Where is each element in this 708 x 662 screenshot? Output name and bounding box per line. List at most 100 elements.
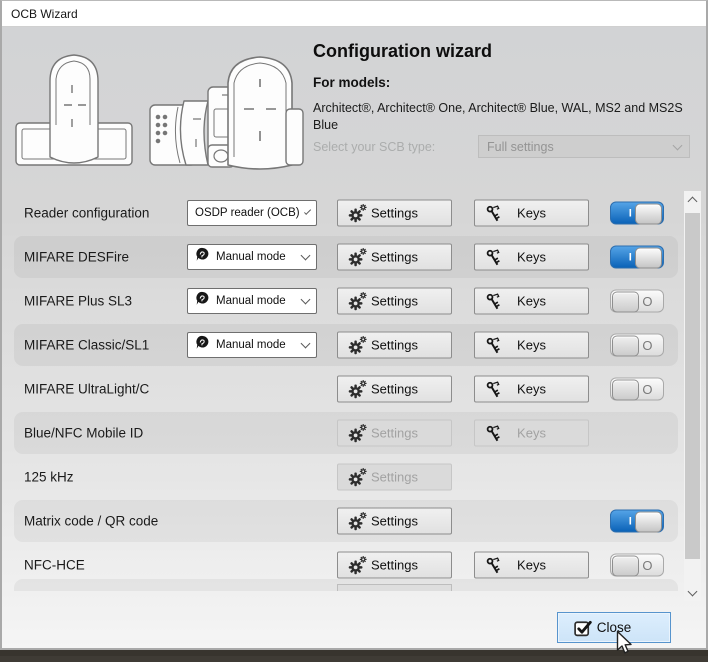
keys-button[interactable]: Keys — [474, 288, 589, 315]
toggle-knob — [612, 292, 639, 313]
checkbox-check-icon — [573, 617, 594, 638]
dropdown-value: Manual mode — [216, 339, 286, 351]
row-label: MIFARE UltraLight/C — [24, 382, 149, 397]
keys-icon — [485, 424, 503, 442]
manual-mode-icon — [195, 335, 210, 355]
for-models-label: For models: — [313, 75, 695, 90]
settings-button[interactable]: Settings — [337, 376, 452, 403]
gear-icon — [348, 380, 367, 399]
reader-devices-illustration — [12, 47, 304, 184]
dialog-content: Configuration wizard For models: Archite… — [2, 27, 706, 648]
mode-dropdown[interactable]: Manual mode — [187, 288, 317, 314]
scroll-down-button[interactable] — [684, 584, 701, 601]
settings-button[interactable]: Settings — [337, 552, 452, 579]
config-row: MIFARE UltraLight/C Settings Keys O — [2, 367, 684, 411]
gear-icon — [348, 556, 367, 575]
keys-button[interactable]: Keys — [474, 200, 589, 227]
close-button-label: Close — [597, 620, 632, 635]
scb-type-label: Select your SCB type: — [313, 140, 435, 154]
mode-dropdown[interactable]: Manual mode — [187, 332, 317, 358]
toggle-state-symbol: O — [642, 382, 652, 397]
keys-button[interactable]: Keys — [474, 244, 589, 271]
enable-toggle[interactable]: I — [610, 202, 664, 225]
settings-button[interactable]: Settings — [337, 288, 452, 315]
toggle-state-symbol: O — [642, 294, 652, 309]
gear-icon — [348, 468, 367, 487]
enable-toggle[interactable]: O — [610, 378, 664, 401]
settings-button-label: Settings — [371, 426, 418, 441]
toggle-state-symbol: O — [642, 338, 652, 353]
config-row: MIFARE Plus SL3 Manual mode Settings Key… — [2, 279, 684, 323]
scrollbar[interactable] — [684, 191, 701, 601]
dropdown-value: Manual mode — [216, 295, 286, 307]
enable-toggle[interactable]: O — [610, 554, 664, 577]
config-row: 125 kHz Settings — [2, 455, 684, 499]
row-label: 125 kHz — [24, 470, 74, 485]
manual-mode-icon — [195, 291, 210, 311]
settings-button-label: Settings — [371, 514, 418, 529]
settings-button[interactable]: Settings — [337, 332, 452, 359]
chevron-down-icon — [304, 208, 311, 215]
gear-icon — [348, 292, 367, 311]
ocb-wizard-dialog: OCB Wizard — [0, 0, 708, 650]
keys-button[interactable]: Keys — [474, 332, 589, 359]
keys-icon — [485, 248, 503, 266]
scb-type-dropdown[interactable]: Full settings — [478, 135, 690, 158]
dropdown-value: Manual mode — [216, 251, 286, 263]
config-row-partial — [2, 577, 684, 591]
enable-toggle[interactable]: I — [610, 510, 664, 533]
keys-button-label: Keys — [517, 250, 546, 265]
row-label: MIFARE DESFire — [24, 250, 129, 265]
settings-button[interactable]: Settings — [337, 200, 452, 227]
title-bar: OCB Wizard — [2, 1, 706, 27]
gear-icon — [348, 204, 367, 223]
chevron-up-icon — [688, 196, 698, 206]
row-label: MIFARE Plus SL3 — [24, 294, 132, 309]
mode-dropdown[interactable]: OSDP reader (OCB) — [187, 200, 317, 226]
toggle-knob — [635, 204, 662, 225]
gear-icon — [348, 336, 367, 355]
screen: OCB Wizard — [0, 0, 708, 656]
scrollbar-thumb[interactable] — [685, 213, 700, 559]
gear-icon — [348, 424, 367, 443]
chevron-down-icon — [301, 339, 311, 349]
toggle-state-symbol: I — [629, 207, 632, 219]
config-row: Blue/NFC Mobile ID Settings Keys — [2, 411, 684, 455]
enable-toggle[interactable]: O — [610, 334, 664, 357]
enable-toggle[interactable]: O — [610, 290, 664, 313]
toggle-knob — [612, 556, 639, 577]
close-button[interactable]: Close — [557, 612, 671, 643]
keys-button-label: Keys — [517, 206, 546, 221]
keys-button[interactable]: Keys — [474, 376, 589, 403]
dropdown-value: OSDP reader (OCB) — [195, 207, 300, 219]
mode-dropdown[interactable]: Manual mode — [187, 244, 317, 270]
keys-icon — [485, 204, 503, 222]
config-row: MIFARE DESFire Manual mode Settings Keys… — [2, 235, 684, 279]
toggle-state-symbol: O — [642, 558, 652, 573]
settings-button-label: Settings — [371, 206, 418, 221]
settings-button-label: Settings — [371, 382, 418, 397]
gear-icon — [348, 512, 367, 531]
settings-button[interactable]: Settings — [337, 464, 452, 491]
settings-button[interactable]: Settings — [337, 508, 452, 535]
keys-button-label: Keys — [517, 338, 546, 353]
keys-button-label: Keys — [517, 426, 546, 441]
chevron-down-icon — [301, 295, 311, 305]
keys-button-label: Keys — [517, 382, 546, 397]
row-label: Matrix code / QR code — [24, 514, 158, 529]
row-label: Blue/NFC Mobile ID — [24, 426, 143, 441]
scroll-up-button[interactable] — [684, 191, 701, 208]
keys-icon — [485, 336, 503, 354]
settings-button[interactable]: Settings — [337, 244, 452, 271]
settings-button[interactable] — [337, 584, 452, 591]
keys-icon — [485, 292, 503, 310]
settings-button[interactable]: Settings — [337, 420, 452, 447]
config-row: Matrix code / QR code Settings I — [2, 499, 684, 543]
toggle-state-symbol: I — [629, 251, 632, 263]
keys-button[interactable]: Keys — [474, 552, 589, 579]
enable-toggle[interactable]: I — [610, 246, 664, 269]
window-title: OCB Wizard — [11, 7, 78, 21]
keys-button[interactable]: Keys — [474, 420, 589, 447]
keys-button-label: Keys — [517, 294, 546, 309]
settings-button-label: Settings — [371, 470, 418, 485]
